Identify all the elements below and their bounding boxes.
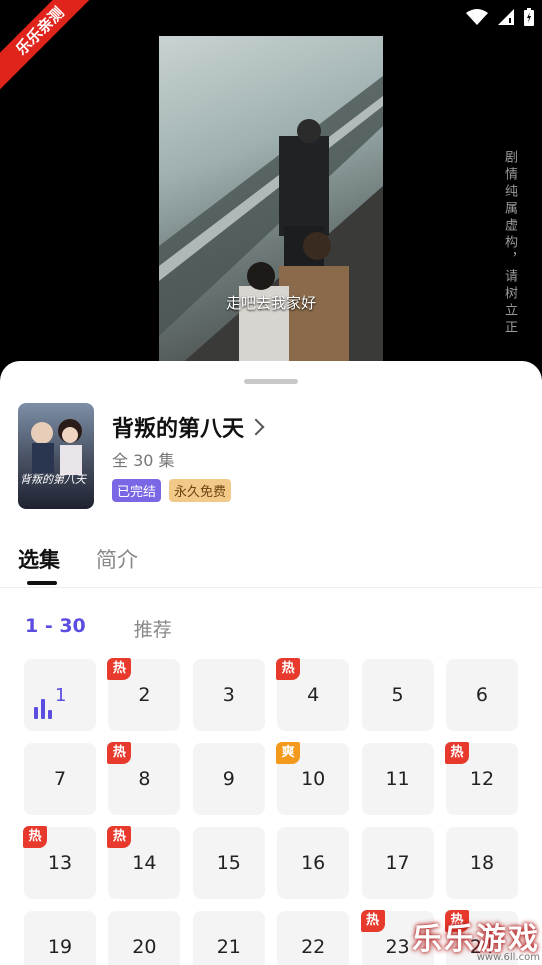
site-watermark: 乐乐游戏 www.6ll.com — [412, 914, 540, 963]
episode-cell[interactable]: 17 — [361, 827, 434, 899]
video-subtitle: 走吧去我家好 — [225, 294, 316, 312]
episode-number: 16 — [301, 852, 326, 874]
hot-badge: 热 — [276, 658, 301, 680]
episode-cell[interactable]: 15 — [192, 827, 265, 899]
escalator-scene-image — [159, 76, 383, 366]
drama-title: 背叛的第八天 — [112, 417, 245, 442]
episode-cell[interactable]: 13 热 — [23, 826, 96, 899]
exciting-badge: 爽 — [276, 742, 301, 764]
drama-poster[interactable]: 背叛的第八天 — [18, 403, 94, 509]
range-recommended[interactable]: 推荐 — [134, 615, 172, 642]
signal-icon — [498, 9, 514, 25]
active-tab-indicator — [27, 581, 57, 585]
episode-number: 18 — [469, 852, 495, 874]
episode-cell[interactable]: 20 — [108, 911, 181, 965]
episode-number: 1 — [55, 685, 67, 706]
episode-cell[interactable]: 22 — [277, 911, 350, 965]
episode-cell[interactable]: 4热 — [276, 658, 350, 731]
hot-badge: 热 — [444, 742, 469, 764]
wifi-icon — [466, 9, 488, 25]
episode-sheet: 背叛的第八天 背叛的第八天 全 30 集 已完结 永久免费 选集 简介 1 - … — [0, 361, 542, 965]
drama-title-link[interactable]: 背叛的第八天 — [112, 411, 265, 443]
disclaimer-text: 剧情纯属虚构，请树立正 — [502, 150, 517, 337]
corner-badge: 乐乐亲测 — [0, 0, 99, 90]
episode-cell[interactable]: 7 — [24, 743, 96, 815]
status-badge-completed: 已完结 — [112, 479, 162, 502]
hot-badge: 热 — [23, 826, 47, 848]
episode-number: 12 — [469, 768, 495, 790]
episode-number: 7 — [53, 768, 67, 790]
battery-icon — [524, 8, 534, 26]
episode-number: 15 — [216, 852, 241, 874]
chevron-right-icon — [247, 418, 265, 436]
episode-cell[interactable]: 1 — [24, 659, 96, 731]
divider — [0, 587, 542, 588]
episode-number: 23 — [385, 936, 410, 958]
episode-cell[interactable]: 9 — [192, 743, 265, 815]
status-bar — [466, 8, 534, 26]
episode-cell[interactable]: 16 — [277, 827, 350, 899]
episode-number: 22 — [301, 936, 326, 958]
episode-number: 2 — [138, 684, 151, 706]
detail-tabs: 选集 简介 — [18, 544, 138, 574]
episode-cell[interactable]: 11 — [361, 743, 434, 815]
episode-number: 10 — [301, 768, 326, 790]
sheet-drag-handle[interactable] — [244, 379, 298, 384]
episode-number: 8 — [138, 768, 151, 790]
episode-number: 3 — [222, 684, 235, 706]
episode-number: 21 — [216, 936, 241, 958]
hot-badge: 热 — [107, 742, 132, 764]
poster-image — [31, 419, 82, 475]
episode-cell[interactable]: 3 — [192, 659, 265, 731]
episode-number: 20 — [132, 936, 157, 958]
episode-cell[interactable]: 19 — [24, 911, 96, 965]
video-frame[interactable]: 走吧去我家好 — [159, 36, 383, 366]
tab-episodes[interactable]: 选集 — [18, 544, 60, 574]
hot-badge: 热 — [360, 910, 385, 932]
episode-number: 13 — [47, 852, 73, 874]
episode-cell[interactable]: 2热 — [107, 658, 181, 731]
episode-number: 11 — [385, 768, 410, 790]
drama-tags: 已完结 永久免费 — [112, 479, 232, 502]
hot-badge: 热 — [107, 826, 132, 848]
episode-cell[interactable]: 6 — [445, 659, 518, 731]
episode-cell[interactable]: 18 — [445, 827, 518, 899]
episode-count: 全 30 集 — [112, 451, 175, 470]
episode-cell[interactable]: 5 — [361, 659, 434, 731]
episode-cell[interactable]: 12 热 — [444, 742, 518, 815]
status-badge-free: 永久免费 — [169, 479, 232, 502]
episode-cell[interactable]: 10 爽 — [276, 742, 350, 815]
episode-number: 6 — [475, 684, 488, 706]
episode-number: 14 — [132, 852, 157, 874]
episode-number: 4 — [307, 684, 320, 706]
episode-range-selector: 1 - 30 推荐 — [25, 615, 172, 642]
video-player[interactable]: 走吧去我家好 剧情纯属虚构，请树立正 乐乐亲测 — [0, 0, 542, 380]
episode-number: 9 — [222, 768, 235, 790]
episode-cell[interactable]: 8热 — [107, 742, 181, 815]
tab-intro[interactable]: 简介 — [96, 544, 138, 574]
episode-number: 19 — [47, 936, 73, 958]
poster-title: 背叛的第八天 — [20, 473, 86, 486]
episode-cell[interactable]: 21 — [192, 911, 265, 965]
hot-badge: 热 — [107, 658, 132, 680]
episode-cell[interactable]: 14 热 — [107, 826, 181, 899]
range-1-30[interactable]: 1 - 30 — [25, 615, 86, 642]
episode-number: 17 — [385, 852, 410, 874]
episode-number: 5 — [391, 684, 404, 706]
